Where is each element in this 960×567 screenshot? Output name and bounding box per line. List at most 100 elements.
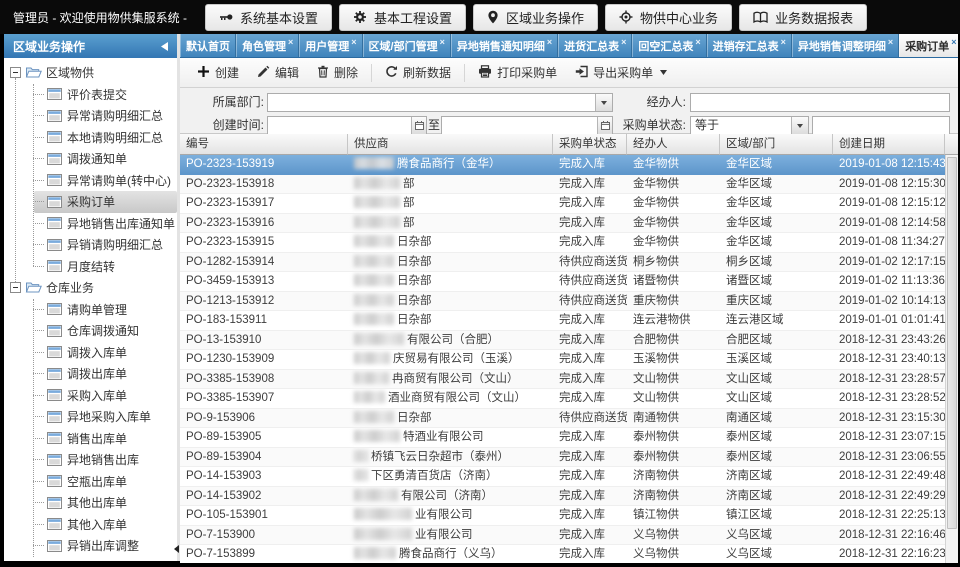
tree-item-调拨通知单[interactable]: 调拨通知单: [4, 148, 177, 170]
tree-item-月度结转[interactable]: 月度结转: [4, 256, 177, 278]
table-row-PO-7-153900[interactable]: PO-7-153900业有限公司完成入库义乌物供义乌区域2018-12-31 2…: [180, 526, 945, 546]
table-row-PO-183-153911[interactable]: PO-183-153911日杂部完成入库连云港物供连云港区域2019-01-01…: [180, 311, 945, 331]
status-operator-select[interactable]: 等于: [690, 116, 809, 135]
department-select[interactable]: [267, 93, 613, 112]
close-tab-icon[interactable]: ×: [440, 37, 445, 47]
menubar-button-区域业务操作[interactable]: 区域业务操作: [473, 4, 598, 31]
tree-item-调拨出库单[interactable]: 调拨出库单: [4, 363, 177, 385]
table-row-PO-3385-153908[interactable]: PO-3385-153908冉商贸有限公司（文山）完成入库文山物供文山区域201…: [180, 370, 945, 390]
close-tab-icon[interactable]: ×: [695, 37, 700, 47]
chevron-left-icon[interactable]: [161, 42, 168, 51]
column-header-经办人[interactable]: 经办人: [627, 134, 720, 155]
department-input[interactable]: [268, 94, 595, 111]
toolbar-button-刷新数据[interactable]: 刷新数据: [376, 60, 460, 85]
tree-item-本地请购明细汇总[interactable]: 本地请购明细汇总: [4, 127, 177, 149]
tree-item-空瓶出库单[interactable]: 空瓶出库单: [4, 471, 177, 493]
tab-回空汇总表[interactable]: 回空汇总表×: [632, 34, 706, 57]
tree-item-异地销售出库[interactable]: 异地销售出库: [4, 449, 177, 471]
tree-item-异常请购明细汇总[interactable]: 异常请购明细汇总: [4, 105, 177, 127]
table-row-PO-14-153902[interactable]: PO-14-153902有限公司（济南）完成入库济南物供济南区域2018-12-…: [180, 487, 945, 507]
handler-field[interactable]: [690, 93, 950, 112]
table-row-PO-89-153904[interactable]: PO-89-153904桥镇飞云日杂超市（泰州）完成入库泰州物供泰州区域2018…: [180, 448, 945, 468]
column-header-编号[interactable]: 编号: [180, 134, 348, 155]
scrollbar-thumb[interactable]: [947, 157, 957, 529]
table-row-PO-13-153910[interactable]: PO-13-153910有限公司（合肥）完成入库合肥物供合肥区域2018-12-…: [180, 331, 945, 351]
toolbar-button-打印采购单[interactable]: 打印采购单: [469, 60, 566, 85]
tree-item-异常请购单(转中心)[interactable]: 异常请购单(转中心): [4, 170, 177, 192]
column-header-采购单状态[interactable]: 采购单状态: [553, 134, 627, 155]
table-row-PO-1282-153914[interactable]: PO-1282-153914日杂部待供应商送货桐乡物供桐乡区域2019-01-0…: [180, 253, 945, 273]
status-value-input[interactable]: [813, 117, 949, 134]
tree-item-异地采购入库单[interactable]: 异地采购入库单: [4, 406, 177, 428]
column-header-区域/部门[interactable]: 区域/部门: [720, 134, 833, 155]
tab-角色管理[interactable]: 角色管理×: [236, 34, 299, 57]
table-row-PO-2323-153915[interactable]: PO-2323-153915日杂部完成入库金华物供金华区域2019-01-08 …: [180, 233, 945, 253]
toolbar-button-创建[interactable]: 创建: [188, 60, 248, 85]
table-row-PO-1213-153912[interactable]: PO-1213-153912日杂部待供应商送货重庆物供重庆区域2019-01-0…: [180, 292, 945, 312]
close-tab-icon[interactable]: ×: [951, 37, 956, 47]
table-row-PO-14-153903[interactable]: PO-14-153903下区勇清百货店（济南）完成入库济南物供济南区域2018-…: [180, 467, 945, 487]
close-tab-icon[interactable]: ×: [888, 37, 893, 47]
table-row-PO-2323-153919[interactable]: PO-2323-153919腾食品商行（金华）完成入库金华物供金华区域2019-…: [180, 155, 945, 175]
close-tab-icon[interactable]: ×: [288, 37, 293, 47]
table-row-PO-2323-153918[interactable]: PO-2323-153918部完成入库金华物供金华区域2019-01-08 12…: [180, 175, 945, 195]
table-row-PO-7-153899[interactable]: PO-7-153899腾食品商行（义乌）完成入库义乌物供义乌区域2018-12-…: [180, 545, 945, 563]
menubar-button-系统基本设置[interactable]: 系统基本设置: [205, 4, 332, 31]
tree-item-仓库调拨通知[interactable]: 仓库调拨通知: [4, 320, 177, 342]
tree-item-异地销售出库通知单[interactable]: 异地销售出库通知单: [4, 213, 177, 235]
tree-item-评价表提交[interactable]: 评价表提交: [4, 84, 177, 106]
menubar-button-业务数据报表[interactable]: 业务数据报表: [739, 4, 867, 31]
collapse-expander-icon[interactable]: [10, 67, 21, 78]
table-row-PO-2323-153917[interactable]: PO-2323-153917部完成入库金华物供金华区域2019-01-08 12…: [180, 194, 945, 214]
created-to-input[interactable]: [442, 117, 597, 134]
tab-异地销售通知明细[interactable]: 异地销售通知明细×: [451, 34, 558, 57]
tree-item-异销请购明细汇总[interactable]: 异销请购明细汇总: [4, 234, 177, 256]
tree-folder-仓库业务[interactable]: 仓库业务: [4, 277, 177, 299]
tree-item-其他出库单[interactable]: 其他出库单: [4, 492, 177, 514]
tab-用户管理[interactable]: 用户管理×: [299, 34, 362, 57]
toolbar-button-编辑[interactable]: 编辑: [248, 60, 308, 85]
status-operator-dropdown-button[interactable]: [791, 117, 808, 134]
column-header-供应商[interactable]: 供应商: [348, 134, 553, 155]
created-from-field[interactable]: [267, 116, 427, 135]
tree-folder-区域物供[interactable]: 区域物供: [4, 62, 177, 84]
column-header-创建日期[interactable]: 创建日期: [833, 134, 945, 155]
tree-item-调拨入库单[interactable]: 调拨入库单: [4, 342, 177, 364]
table-row-PO-3385-153907[interactable]: PO-3385-153907酒业商贸有限公司（文山）完成入库文山物供文山区域20…: [180, 389, 945, 409]
status-cell: 完成入库: [553, 526, 627, 545]
status-value-field[interactable]: [812, 116, 950, 135]
tree-item-异销出库调整[interactable]: 异销出库调整: [4, 535, 177, 557]
table-row-PO-3459-153913[interactable]: PO-3459-153913日杂部待供应商送货诸暨物供诸暨区域2019-01-0…: [180, 272, 945, 292]
table-row-PO-9-153906[interactable]: PO-9-153906日杂部待供应商送货南通物供南通区域2018-12-31 2…: [180, 409, 945, 429]
tab-进货汇总表[interactable]: 进货汇总表×: [558, 34, 632, 57]
close-tab-icon[interactable]: ×: [621, 37, 626, 47]
collapse-expander-icon[interactable]: [10, 282, 21, 293]
tab-默认首页[interactable]: 默认首页: [180, 34, 236, 57]
menubar-button-物供中心业务[interactable]: 物供中心业务: [605, 4, 732, 31]
close-tab-icon[interactable]: ×: [547, 37, 552, 47]
table-row-PO-2323-153916[interactable]: PO-2323-153916部完成入库金华物供金华区域2019-01-08 12…: [180, 214, 945, 234]
toolbar-button-删除[interactable]: 删除: [308, 60, 367, 85]
menubar-button-基本工程设置[interactable]: 基本工程设置: [339, 4, 466, 31]
table-row-PO-1230-153909[interactable]: PO-1230-153909庆贸易有限公司（玉溪）完成入库玉溪物供玉溪区域201…: [180, 350, 945, 370]
tree-item-其他入库单[interactable]: 其他入库单: [4, 514, 177, 536]
tab-采购订单[interactable]: 采购订单×: [899, 34, 958, 57]
tree-item-销售出库单[interactable]: 销售出库单: [4, 428, 177, 450]
created-from-input[interactable]: [268, 117, 411, 134]
table-row-PO-89-153905[interactable]: PO-89-153905特酒业有限公司完成入库泰州物供泰州区域2018-12-3…: [180, 428, 945, 448]
tab-进销存汇总表[interactable]: 进销存汇总表×: [707, 34, 792, 57]
tab-label: 进货汇总表: [564, 38, 619, 54]
close-tab-icon[interactable]: ×: [781, 37, 786, 47]
tab-区域/部门管理[interactable]: 区域/部门管理×: [363, 34, 451, 57]
close-tab-icon[interactable]: ×: [351, 37, 356, 47]
handler-input[interactable]: [691, 94, 949, 111]
tree-item-请购单管理[interactable]: 请购单管理: [4, 299, 177, 321]
tree-item-采购入库单[interactable]: 采购入库单: [4, 385, 177, 407]
tree-item-采购订单[interactable]: 采购订单: [4, 191, 177, 213]
vertical-scrollbar[interactable]: [945, 155, 958, 563]
table-row-PO-105-153901[interactable]: PO-105-153901业有限公司完成入库镇江物供镇江区域2018-12-31…: [180, 506, 945, 526]
tree-item-partial[interactable]: [4, 557, 177, 558]
created-from-calendar-button[interactable]: [411, 117, 426, 134]
tab-异地销售调整明细[interactable]: 异地销售调整明细×: [792, 34, 899, 57]
toolbar-button-导出采购单[interactable]: 导出采购单: [566, 60, 676, 85]
